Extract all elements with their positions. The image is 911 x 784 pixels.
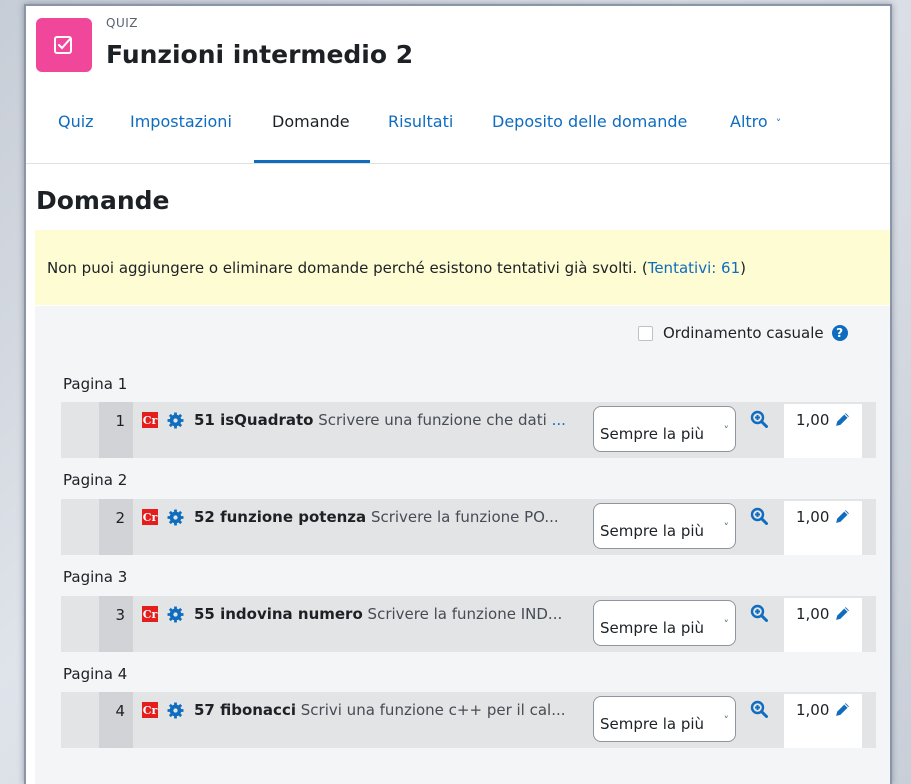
pencil-icon[interactable] — [834, 701, 851, 718]
page-title: Funzioni intermedio 2 — [106, 40, 414, 69]
gear-icon[interactable] — [167, 606, 184, 623]
slot-number: 4 — [99, 692, 133, 748]
shuffle-checkbox[interactable] — [638, 325, 653, 341]
coderunner-type-icon: Cr — [142, 606, 158, 622]
select-value: Sempre la più — [600, 715, 705, 733]
question-text[interactable]: 51 isQuadrato Scrivere una funzione che … — [194, 411, 586, 429]
max-mark: 1,00 — [784, 598, 862, 652]
max-mark: 1,00 — [784, 694, 862, 748]
coderunner-type-icon: Cr — [142, 702, 158, 718]
question-variant-select[interactable]: Sempre la più ˅ — [593, 406, 736, 452]
shuffle-control: Ordinamento casuale ? — [638, 324, 848, 342]
tab-altro-label: Altro — [730, 112, 768, 131]
quiz-icon — [36, 18, 92, 72]
question-name: 57 fibonacci — [194, 701, 296, 719]
question-variant-select[interactable]: Sempre la più ˅ — [593, 503, 736, 549]
question-summary: Scrivi una funzione c++ per il cal... — [300, 701, 566, 719]
question-summary: Scrivere la funzione IND... — [367, 605, 563, 623]
question-circle-icon[interactable]: ? — [831, 325, 848, 341]
question-slot: 3 Cr 55 indovina numero Scrivere la funz… — [61, 596, 876, 652]
shuffle-label: Ordinamento casuale — [663, 324, 824, 342]
tab-impostazioni[interactable]: Impostazioni — [130, 112, 232, 131]
question-name: 55 indovina numero — [194, 605, 363, 623]
mark-value: 1,00 — [796, 701, 830, 719]
gear-icon[interactable] — [167, 412, 184, 429]
question-text[interactable]: 52 funzione potenza Scrivere la funzione… — [194, 508, 586, 526]
tab-quiz[interactable]: Quiz — [58, 112, 94, 131]
slot-number: 2 — [99, 499, 133, 555]
notice-suffix: ) — [740, 258, 747, 277]
nav-divider — [26, 163, 890, 164]
chevron-down-icon: ˅ — [723, 424, 730, 437]
tab-deposito-domande[interactable]: Deposito delle domande — [492, 112, 687, 131]
question-summary: Scrivere una funzione che dati — [318, 411, 547, 429]
question-ellipsis: ... — [551, 411, 566, 429]
select-value: Sempre la più — [600, 522, 705, 540]
notice-text: Non puoi aggiungere o eliminare domande … — [47, 258, 648, 277]
attempts-notice: Non puoi aggiungere o eliminare domande … — [35, 230, 890, 305]
quiz-window: QUIZ Funzioni intermedio 2 Quiz Impostaz… — [24, 4, 892, 784]
max-mark: 1,00 — [784, 501, 862, 555]
question-variant-select[interactable]: Sempre la più ˅ — [593, 696, 736, 742]
tab-risultati[interactable]: Risultati — [388, 112, 453, 131]
question-text[interactable]: 55 indovina numero Scrivere la funzione … — [194, 605, 586, 623]
pencil-icon[interactable] — [834, 605, 851, 622]
gear-icon[interactable] — [167, 509, 184, 526]
mark-value: 1,00 — [796, 508, 830, 526]
checkbox-edit-icon — [54, 36, 72, 54]
question-slot: 2 Cr 52 funzione potenza Scrivere la fun… — [61, 499, 876, 555]
question-text[interactable]: 57 fibonacci Scrivi una funzione c++ per… — [194, 701, 586, 719]
zoom-in-icon[interactable] — [750, 604, 768, 622]
coderunner-type-icon: Cr — [142, 509, 158, 525]
mark-value: 1,00 — [796, 605, 830, 623]
select-value: Sempre la più — [600, 619, 705, 637]
slot-number: 1 — [99, 402, 133, 458]
zoom-in-icon[interactable] — [750, 700, 768, 718]
page-label: Pagina 1 — [63, 375, 128, 393]
pencil-icon[interactable] — [834, 508, 851, 525]
chevron-down-icon: ˅ — [775, 117, 782, 130]
page-label: Pagina 3 — [63, 568, 128, 586]
chevron-down-icon: ˅ — [723, 618, 730, 631]
slot-number: 3 — [99, 596, 133, 652]
question-variant-select[interactable]: Sempre la più ˅ — [593, 600, 736, 646]
mark-value: 1,00 — [796, 411, 830, 429]
page-label: Pagina 4 — [63, 665, 128, 683]
question-summary: Scrivere la funzione PO... — [370, 508, 559, 526]
section-heading: Domande — [36, 186, 170, 215]
attempts-link[interactable]: Tentativi: 61 — [648, 259, 740, 277]
tab-domande[interactable]: Domande — [272, 112, 350, 131]
activity-type-label: QUIZ — [106, 16, 138, 30]
zoom-in-icon[interactable] — [750, 507, 768, 525]
chevron-down-icon: ˅ — [723, 714, 730, 727]
select-value: Sempre la più — [600, 425, 705, 443]
question-name: 51 isQuadrato — [194, 411, 314, 429]
question-slot: 1 Cr 51 isQuadrato Scrivere una funzione… — [61, 402, 876, 458]
tab-altro[interactable]: Altro ˅ — [730, 112, 781, 131]
zoom-in-icon[interactable] — [750, 410, 768, 428]
page-label: Pagina 2 — [63, 471, 128, 489]
gear-icon[interactable] — [167, 702, 184, 719]
coderunner-type-icon: Cr — [142, 412, 158, 428]
max-mark: 1,00 — [784, 404, 862, 458]
question-slot: 4 Cr 57 fibonacci Scrivi una funzione c+… — [61, 692, 876, 748]
pencil-icon[interactable] — [834, 411, 851, 428]
chevron-down-icon: ˅ — [723, 521, 730, 534]
question-name: 52 funzione potenza — [194, 508, 367, 526]
